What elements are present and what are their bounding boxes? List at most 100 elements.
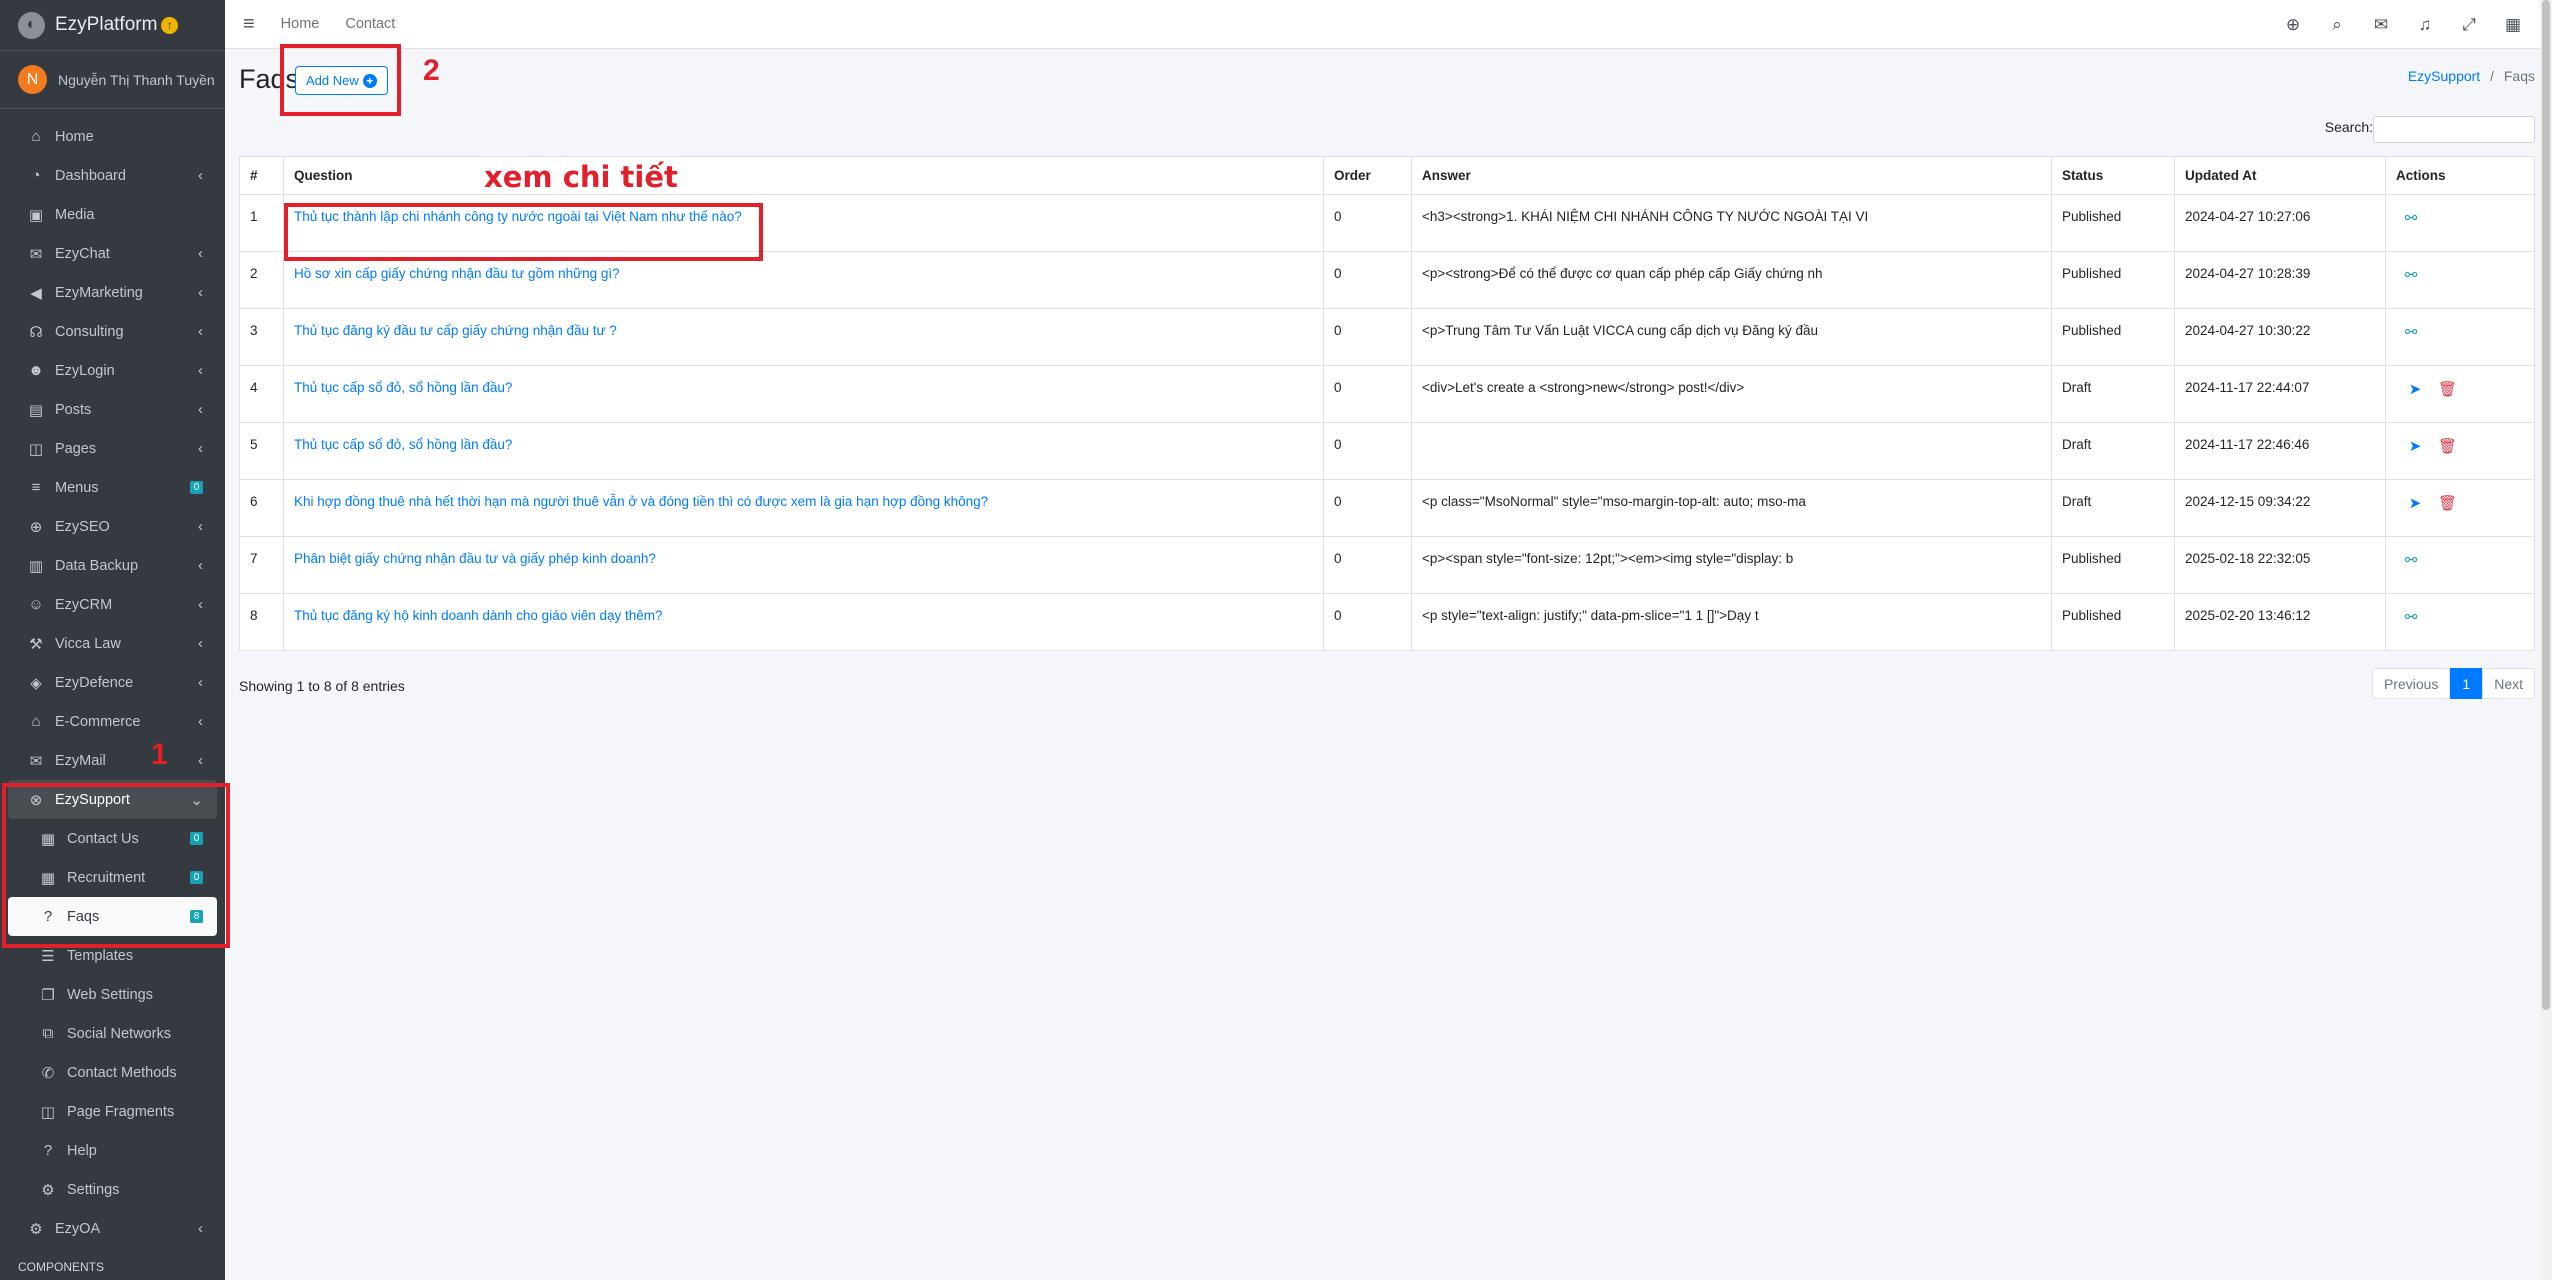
unpublish-icon[interactable]: ⚯ bbox=[2402, 608, 2420, 626]
breadcrumb-ezysupport[interactable]: EzySupport bbox=[2408, 68, 2480, 84]
unpublish-icon[interactable]: ⚯ bbox=[2402, 209, 2420, 227]
page-scrollbar[interactable] bbox=[2540, 0, 2552, 1280]
search-input[interactable] bbox=[2373, 116, 2535, 143]
dashboard-icon: ◔ bbox=[31, 167, 41, 184]
delete-icon[interactable]: 🗑 bbox=[2438, 380, 2457, 398]
table-list-icon: ☰ bbox=[41, 947, 55, 965]
row-answer: <p><span style="font-size: 12pt;"><em><i… bbox=[1411, 536, 2052, 594]
sidebar-item-menus[interactable]: ≡ Menus 0 bbox=[0, 468, 225, 507]
gavel-icon: ⚒ bbox=[29, 635, 43, 653]
bars-icon: ≡ bbox=[31, 479, 41, 496]
sidebar-item-label: EzyLogin bbox=[55, 362, 115, 379]
sidebar-item-posts[interactable]: ▤ Posts ‹ bbox=[0, 390, 225, 429]
row-status: Draft bbox=[2051, 422, 2175, 480]
unpublish-icon[interactable]: ⚯ bbox=[2402, 266, 2420, 284]
col-updated-at[interactable]: Updated At bbox=[2174, 156, 2386, 195]
sidebar-item-e-commerce[interactable]: ⌂ E-Commerce ‹ bbox=[0, 702, 225, 741]
col-answer[interactable]: Answer bbox=[1411, 156, 2052, 195]
chevron-left-icon: ‹ bbox=[198, 596, 203, 613]
row-answer: <p class="MsoNormal" style="mso-margin-t… bbox=[1411, 479, 2052, 537]
sidebar-item-consulting[interactable]: ☊ Consulting ‹ bbox=[0, 312, 225, 351]
scrollbar-thumb[interactable] bbox=[2542, 0, 2550, 1010]
sidebar-item-vicca-law[interactable]: ⚒ Vicca Law ‹ bbox=[0, 624, 225, 663]
sidebar-item-help[interactable]: ? Help bbox=[0, 1131, 225, 1170]
row-order: 0 bbox=[1323, 365, 1412, 423]
row-updated-at: 2025-02-18 22:32:05 bbox=[2174, 536, 2386, 594]
columns-icon: ◫ bbox=[28, 440, 44, 458]
sidebar-item-ezymarketing[interactable]: ◀ EzyMarketing ‹ bbox=[0, 273, 225, 312]
table-row: 8 Thủ tục đăng ký hộ kinh doanh dành cho … bbox=[239, 593, 2535, 651]
top-link-home[interactable]: Home bbox=[281, 16, 320, 32]
question-link[interactable]: Khi hợp đồng thuê nhà hết thời hạn mà ng… bbox=[283, 479, 1324, 537]
sidebar-item-label: Posts bbox=[55, 401, 92, 418]
menu-toggle-icon[interactable]: ≡ bbox=[243, 13, 255, 36]
sidebar-item-ezymail[interactable]: ✉ EzyMail ‹ bbox=[0, 741, 225, 780]
question-link[interactable]: Phân biệt giấy chứng nhận đầu tư và giấy… bbox=[283, 536, 1324, 594]
sidebar-item-contact-methods[interactable]: ✆ Contact Methods bbox=[0, 1053, 225, 1092]
pagination-previous[interactable]: Previous bbox=[2371, 668, 2451, 699]
sidebar-item-ezyseo[interactable]: ⊕ EzySEO ‹ bbox=[0, 507, 225, 546]
sidebar-item-ezycrm[interactable]: ☺ EzyCRM ‹ bbox=[0, 585, 225, 624]
row-answer bbox=[1411, 422, 2052, 480]
chevron-left-icon: ‹ bbox=[198, 674, 203, 691]
col-order[interactable]: Order bbox=[1323, 156, 1412, 195]
col-question[interactable]: Question bbox=[283, 156, 1324, 195]
publish-icon[interactable]: ➤ bbox=[2406, 494, 2424, 512]
annotation-box-first-question bbox=[284, 203, 763, 261]
sidebar-item-label: EzyDefence bbox=[55, 674, 134, 691]
chevron-left-icon: ‹ bbox=[198, 1220, 203, 1237]
comments-icon[interactable]: ✉ bbox=[2372, 15, 2390, 35]
table-row: 5 Thủ tục cấp sổ đỏ, sổ hồng lần đầu? 0 Dra… bbox=[239, 422, 2535, 480]
sidebar-item-label: Contact Methods bbox=[67, 1064, 177, 1081]
row-number: 3 bbox=[239, 308, 284, 366]
sidebar-item-dashboard[interactable]: ◔ Dashboard ‹ bbox=[0, 156, 225, 195]
sidebar-item-pages[interactable]: ◫ Pages ‹ bbox=[0, 429, 225, 468]
sidebar: ◐ EzyPlatform ↑ N Nguyễn Thị Thanh Tuyền… bbox=[0, 0, 225, 1280]
brand[interactable]: ◐ EzyPlatform ↑ bbox=[0, 0, 225, 51]
question-link[interactable]: Thủ tục cấp sổ đỏ, sổ hồng lần đầu? bbox=[283, 422, 1324, 480]
globe-icon[interactable]: ⊕ bbox=[2284, 15, 2302, 35]
sidebar-item-ezylogin[interactable]: ☻ EzyLogin ‹ bbox=[0, 351, 225, 390]
col-status[interactable]: Status bbox=[2051, 156, 2175, 195]
unpublish-icon[interactable]: ⚯ bbox=[2402, 551, 2420, 569]
delete-icon[interactable]: 🗑 bbox=[2438, 494, 2457, 512]
sidebar-item-ezyoa[interactable]: ⚙ EzyOA ‹ bbox=[0, 1209, 225, 1248]
sidebar-item-data-backup[interactable]: ▥ Data Backup ‹ bbox=[0, 546, 225, 585]
user-panel[interactable]: N Nguyễn Thị Thanh Tuyền bbox=[0, 51, 225, 109]
question-link[interactable]: Thủ tục cấp sổ đỏ, sổ hồng lần đầu? bbox=[283, 365, 1324, 423]
bell-icon[interactable]: ♫ bbox=[2416, 15, 2434, 35]
sidebar-item-media[interactable]: ▣ Media bbox=[0, 195, 225, 234]
row-status: Draft bbox=[2051, 365, 2175, 423]
question-link[interactable]: Thủ tục đăng ký đầu tư cấp giấy chứng nh… bbox=[283, 308, 1324, 366]
sidebar-item-label: EzyMarketing bbox=[55, 284, 143, 301]
sidebar-item-web-settings[interactable]: ❐ Web Settings bbox=[0, 975, 225, 1014]
search-icon[interactable]: ⌕ bbox=[2328, 15, 2346, 35]
row-answer: <p style="text-align: justify;" data-pm-… bbox=[1411, 593, 2052, 651]
top-link-contact[interactable]: Contact bbox=[345, 16, 395, 32]
row-status: Published bbox=[2051, 593, 2175, 651]
publish-icon[interactable]: ➤ bbox=[2406, 380, 2424, 398]
sidebar-item-page-fragments[interactable]: ◫ Page Fragments bbox=[0, 1092, 225, 1131]
arrow-up-circle-icon: ↑ bbox=[161, 16, 179, 34]
row-updated-at: 2024-04-27 10:28:39 bbox=[2174, 251, 2386, 309]
apps-grid-icon[interactable]: ▦ bbox=[2504, 15, 2522, 35]
breadcrumb-current: Faqs bbox=[2503, 68, 2535, 84]
pagination-page-1[interactable]: 1 bbox=[2450, 668, 2483, 699]
megaphone-icon: ◀ bbox=[30, 284, 42, 302]
sidebar-item-label: EzySEO bbox=[55, 518, 110, 535]
pagination-next[interactable]: Next bbox=[2482, 668, 2535, 699]
col-number[interactable]: # bbox=[239, 156, 284, 195]
sidebar-item-home[interactable]: ⌂ Home bbox=[0, 117, 225, 156]
publish-icon[interactable]: ➤ bbox=[2406, 437, 2424, 455]
delete-icon[interactable]: 🗑 bbox=[2438, 437, 2457, 455]
sidebar-item-ezydefence[interactable]: ◈ EzyDefence ‹ bbox=[0, 663, 225, 702]
expand-icon[interactable]: ⤢ bbox=[2460, 15, 2478, 35]
unpublish-icon[interactable]: ⚯ bbox=[2402, 323, 2420, 341]
sidebar-item-social-networks[interactable]: ⧉ Social Networks bbox=[0, 1014, 225, 1053]
question-link[interactable]: Thủ tục đăng ký hộ kinh doanh dành cho g… bbox=[283, 593, 1324, 651]
row-order: 0 bbox=[1323, 479, 1412, 537]
sidebar-item-ezychat[interactable]: ✉ EzyChat ‹ bbox=[0, 234, 225, 273]
sidebar-item-settings[interactable]: ⚙ Settings bbox=[0, 1170, 225, 1209]
row-actions: ⚯ bbox=[2385, 251, 2535, 309]
row-updated-at: 2024-11-17 22:44:07 bbox=[2174, 365, 2386, 423]
